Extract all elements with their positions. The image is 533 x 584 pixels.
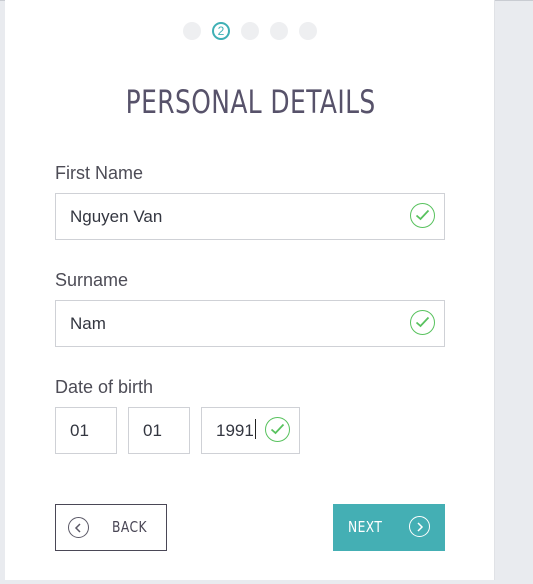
first-name-label: First Name: [55, 163, 144, 183]
dob-month-field[interactable]: 01: [128, 407, 190, 454]
check-circle-icon: [410, 310, 435, 335]
step-dot-4[interactable]: [270, 22, 288, 40]
step-dot-1[interactable]: [183, 22, 201, 40]
page-title: PERSONAL DETAILS: [125, 83, 376, 121]
step-indicator: 2: [5, 22, 495, 40]
next-button[interactable]: NEXT: [333, 504, 445, 551]
dob-year-value: 1991: [216, 419, 256, 440]
step-dot-2[interactable]: 2: [212, 22, 230, 40]
next-button-label: NEXT: [348, 518, 383, 536]
surname-value: Nam: [70, 314, 106, 333]
form-card: 2 PERSONAL DETAILS First Name Nguyen Van…: [5, 0, 495, 580]
back-button-label: BACK: [112, 518, 147, 536]
first-name-field[interactable]: Nguyen Van: [55, 193, 445, 240]
back-button[interactable]: BACK: [55, 504, 167, 551]
surname-field[interactable]: Nam: [55, 300, 445, 347]
text-caret: [254, 419, 256, 439]
check-circle-icon: [410, 203, 435, 228]
dob-year-field[interactable]: 1991: [201, 407, 300, 454]
dob-label: Date of birth: [55, 377, 154, 397]
dob-month-value: 01: [143, 421, 162, 440]
chevron-right-icon: [409, 516, 430, 537]
dob-day-value: 01: [70, 421, 89, 440]
surname-label: Surname: [55, 270, 129, 290]
dob-day-field[interactable]: 01: [55, 407, 117, 454]
step-dot-5[interactable]: [299, 22, 317, 40]
chevron-left-icon: [68, 517, 89, 538]
first-name-value: Nguyen Van: [70, 207, 163, 226]
check-circle-icon: [265, 417, 290, 442]
step-dot-3[interactable]: [241, 22, 259, 40]
